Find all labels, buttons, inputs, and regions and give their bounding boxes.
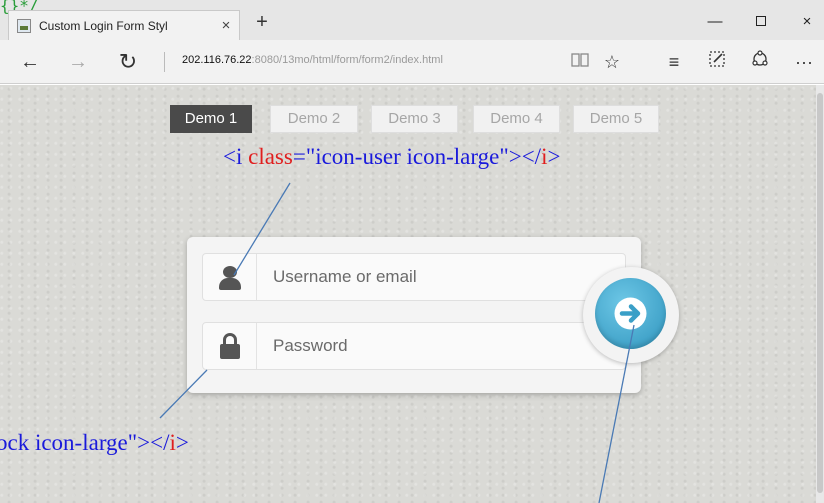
browser-nav-bar: ← → ↻ 202.116.76.22:8080/13mo/html/form/…: [0, 40, 824, 84]
window-close-button[interactable]: ×: [792, 10, 822, 34]
tab-close-icon[interactable]: ×: [217, 17, 235, 34]
username-placeholder: Username or email: [273, 267, 417, 286]
back-button[interactable]: ←: [16, 48, 44, 76]
address-bar[interactable]: 202.116.76.22:8080/13mo/html/form/form2/…: [182, 54, 443, 66]
password-placeholder: Password: [273, 336, 348, 355]
annotation-attr: class: [248, 144, 293, 169]
window-maximize-button[interactable]: [746, 10, 776, 34]
arrow-right-icon: [614, 297, 647, 330]
reading-view-icon[interactable]: [566, 48, 594, 76]
annotation-lock-icon-markup: ock icon-large"></i>: [0, 430, 189, 456]
new-tab-button[interactable]: +: [250, 11, 274, 34]
annotation-value: ock icon-large"></: [0, 430, 170, 455]
browser-tab-bar: {}*/ Custom Login Form Styl × + — ×: [0, 0, 824, 40]
window-minimize-button[interactable]: —: [700, 10, 730, 34]
page-favicon-icon: [17, 18, 31, 33]
maximize-icon: [756, 16, 766, 26]
web-note-icon[interactable]: [703, 48, 731, 76]
url-host: 202.116.76.22: [182, 54, 252, 66]
demo-tab-2[interactable]: Demo 2: [270, 105, 358, 133]
annotation-value: ="icon-user icon-large"></: [292, 144, 542, 169]
refresh-button[interactable]: ↻: [114, 48, 142, 76]
scrollbar-thumb[interactable]: [817, 93, 823, 493]
demo-tab-1[interactable]: Demo 1: [170, 105, 252, 133]
url-path: :8080/13mo/html/form/form2/index.html: [251, 54, 443, 66]
page-scrollbar[interactable]: [816, 85, 824, 503]
browser-tab[interactable]: Custom Login Form Styl ×: [8, 10, 240, 40]
hub-icon[interactable]: ≡: [660, 48, 688, 76]
annotation-tag-close: >: [547, 144, 561, 169]
demo-tab-5[interactable]: Demo 5: [573, 105, 659, 133]
password-field[interactable]: Password: [202, 322, 626, 370]
forward-button[interactable]: →: [64, 48, 92, 76]
favorite-star-icon[interactable]: ☆: [598, 48, 626, 76]
user-icon: [203, 254, 257, 300]
username-field[interactable]: Username or email: [202, 253, 626, 301]
nav-divider: [164, 52, 165, 72]
annotation-tag-open: <i: [223, 144, 249, 169]
page-viewport: Demo 1 Demo 2 Demo 3 Demo 4 Demo 5 <i cl…: [0, 85, 824, 503]
submit-button[interactable]: [595, 278, 666, 349]
annotation-tag-close: >: [175, 430, 189, 455]
more-options-icon[interactable]: ···: [790, 48, 818, 76]
demo-tab-4[interactable]: Demo 4: [473, 105, 560, 133]
login-form: Username or email Password: [187, 237, 641, 393]
annotation-user-icon-markup: <i class="icon-user icon-large"></i>: [223, 144, 560, 170]
share-icon[interactable]: [746, 48, 774, 76]
demo-tab-3[interactable]: Demo 3: [371, 105, 458, 133]
lock-icon: [203, 323, 257, 369]
tab-title: Custom Login Form Styl: [39, 18, 168, 33]
